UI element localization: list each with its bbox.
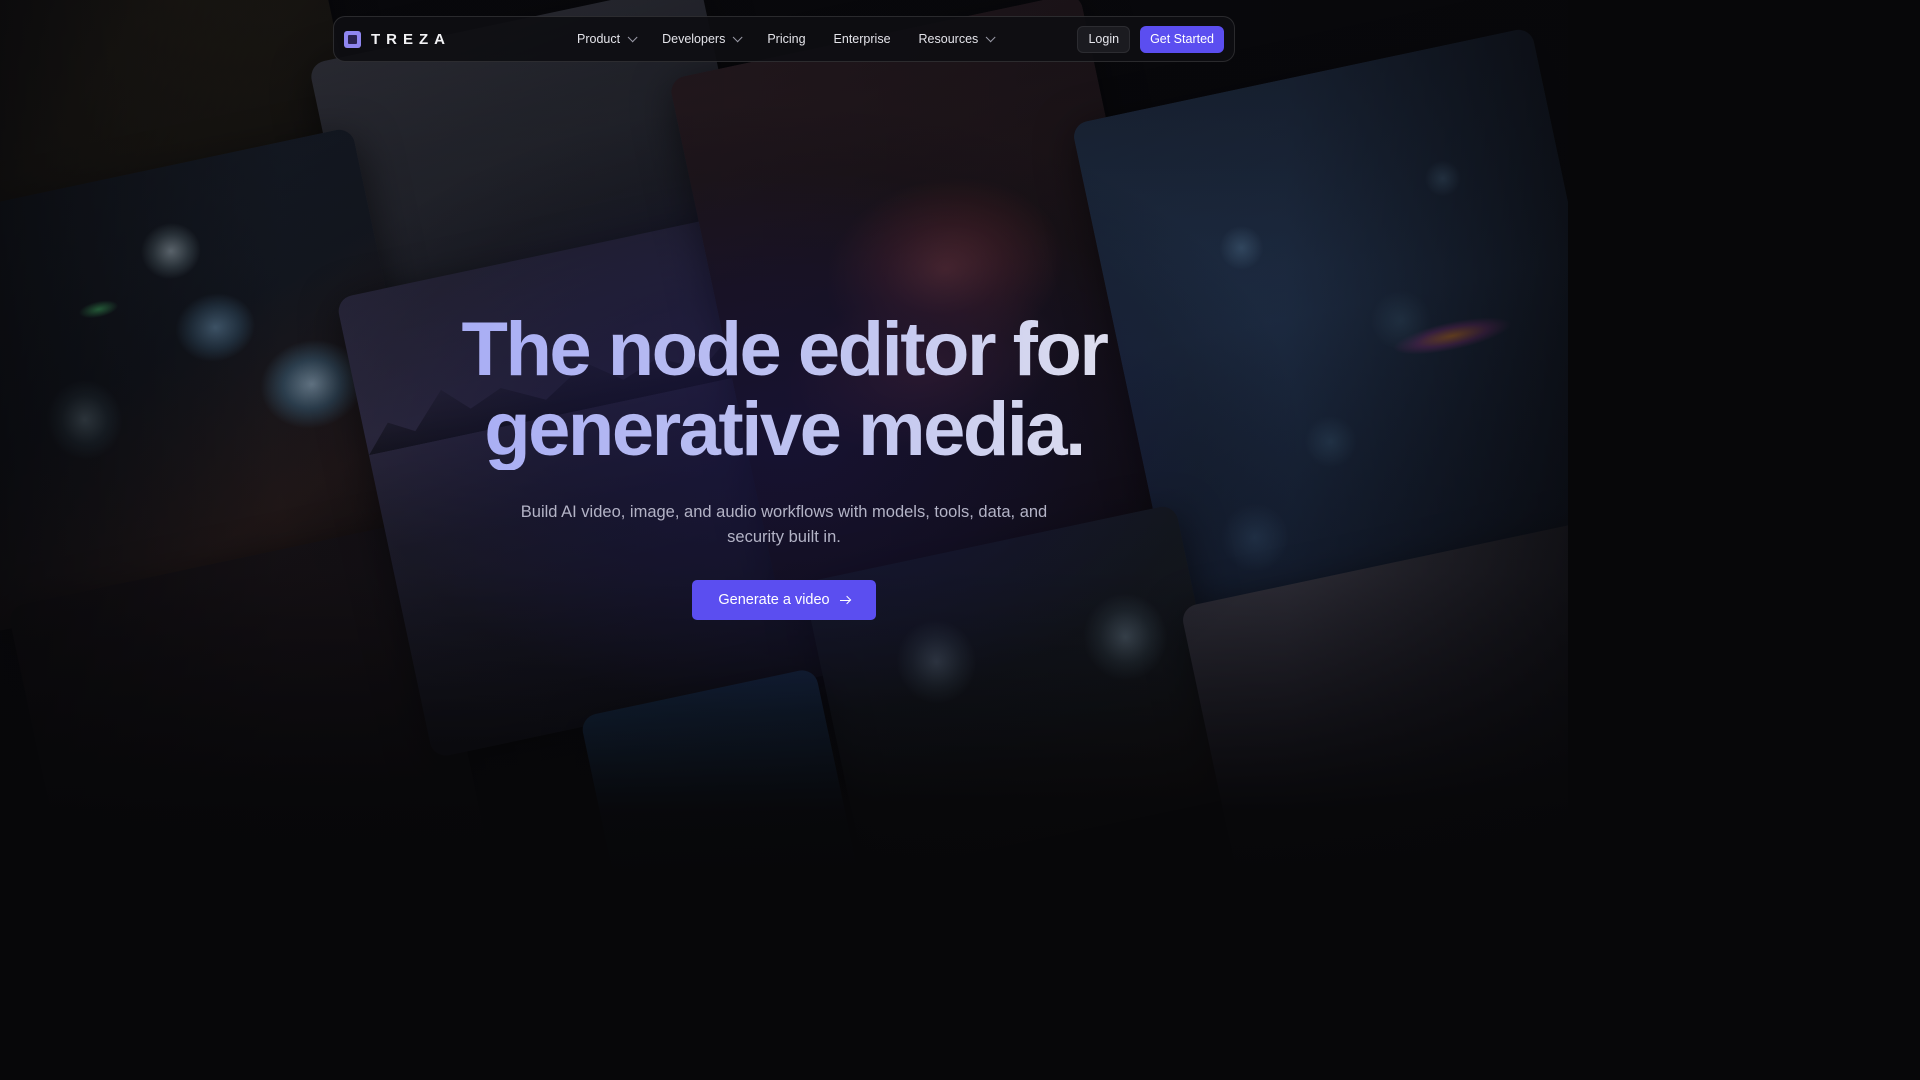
nav-item-label: Resources [918, 32, 979, 46]
nav-item-label: Pricing [767, 32, 806, 46]
nav-item-resources[interactable]: Resources [918, 31, 996, 46]
chevron-down-icon [985, 31, 996, 42]
nav-actions: Login Get Started [1077, 25, 1224, 53]
chevron-down-icon [732, 31, 743, 42]
hero-headline-line-1: The node editor for [461, 307, 1107, 392]
nav-links: Product Developers Pricing Enterprise Re… [577, 17, 1020, 61]
nav-item-enterprise[interactable]: Enterprise [834, 32, 891, 46]
arrow-right-icon [839, 595, 850, 605]
hero-headline-line-2: generative media. [484, 387, 1084, 472]
generate-video-button[interactable]: Generate a video [692, 580, 876, 620]
square-logo-icon [344, 30, 361, 48]
hero-section: The node editor for generative media. Bu… [0, 310, 1568, 620]
chevron-down-icon [627, 31, 638, 42]
nav-item-product[interactable]: Product [577, 31, 638, 46]
nav-item-developers[interactable]: Developers [662, 31, 743, 46]
hero-subtitle: Build AI video, image, and audio workflo… [520, 503, 1048, 546]
nav-item-label: Product [577, 32, 621, 46]
nav-item-pricing[interactable]: Pricing [767, 32, 805, 46]
get-started-button[interactable]: Get Started [1140, 25, 1224, 53]
top-navbar: TREZA Product Developers Pricing Enterpr… [333, 16, 1235, 62]
nav-item-label: Enterprise [833, 32, 891, 46]
nav-item-label: Developers [662, 32, 726, 46]
login-button[interactable]: Login [1077, 25, 1131, 53]
generate-video-label: Generate a video [718, 592, 830, 608]
brand-name: TREZA [371, 30, 451, 48]
brand-logo[interactable]: TREZA [344, 30, 451, 48]
hero-headline: The node editor for generative media. [0, 310, 1568, 470]
